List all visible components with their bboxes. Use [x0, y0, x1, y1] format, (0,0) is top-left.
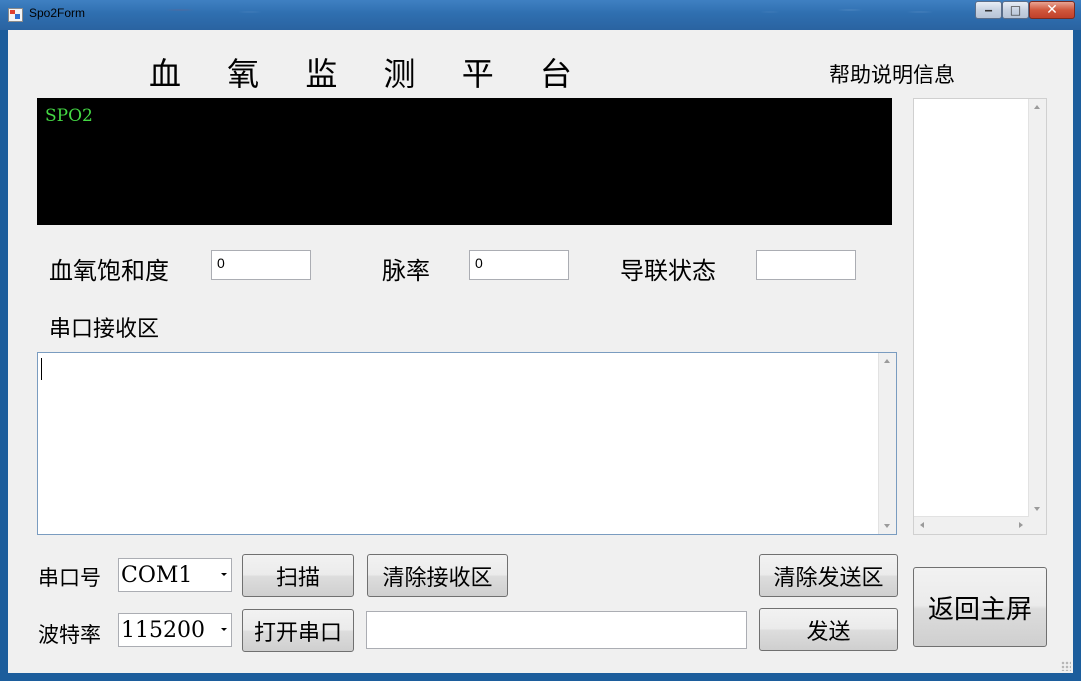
close-button[interactable]: ✕ — [1029, 1, 1075, 19]
send-button[interactable]: 发送 — [759, 608, 898, 651]
receive-area-label: 串口接收区 — [49, 317, 160, 342]
receive-textarea[interactable] — [37, 352, 897, 535]
app-icon — [8, 8, 23, 22]
chevron-down-icon[interactable] — [221, 573, 227, 576]
return-home-button[interactable]: 返回主屏 — [913, 567, 1047, 647]
minimize-icon: ‒ — [984, 3, 993, 17]
chevron-down-icon[interactable] — [221, 628, 227, 631]
baud-rate-select[interactable]: 115200 — [118, 613, 232, 647]
text-caret — [41, 358, 42, 380]
scrollbar-corner — [1029, 517, 1046, 534]
clear-send-button[interactable]: 清除发送区 — [759, 554, 898, 597]
maximize-button[interactable]: □ — [1002, 1, 1029, 19]
scroll-right-icon[interactable] — [1019, 522, 1023, 528]
scroll-up-icon[interactable] — [1034, 105, 1040, 109]
minimize-button[interactable]: ‒ — [975, 1, 1002, 19]
serial-port-label: 串口号 — [38, 566, 101, 590]
caption-buttons: ‒ □ ✕ — [975, 1, 1075, 21]
scroll-left-icon[interactable] — [920, 522, 924, 528]
scroll-up-icon[interactable] — [884, 359, 890, 363]
pulse-rate-field[interactable]: 0 — [469, 250, 569, 280]
scan-button[interactable]: 扫描 — [242, 554, 354, 597]
serial-port-select[interactable]: COM1 — [118, 558, 232, 592]
lead-status-field[interactable] — [756, 250, 856, 280]
window-title: Spo2Form — [29, 6, 86, 20]
help-info-textarea[interactable] — [913, 98, 1047, 535]
serial-port-value: COM1 — [121, 562, 193, 588]
title-bar: Spo2Form ‒ □ ✕ — [0, 0, 1081, 30]
open-port-button[interactable]: 打开串口 — [242, 609, 354, 652]
help-vertical-scrollbar[interactable] — [1028, 99, 1046, 517]
form-client-area: 血 氧 监 测 平 台 帮助说明信息 SPO2 血氧饱和度 0 脉率 0 导联状… — [8, 30, 1073, 673]
lead-status-label: 导联状态 — [620, 257, 716, 285]
maximize-icon: □ — [1009, 3, 1022, 17]
spo2-display-label: SPO2 — [45, 106, 93, 126]
help-info-label: 帮助说明信息 — [829, 63, 955, 87]
pulse-rate-label: 脉率 — [382, 257, 430, 285]
resize-grip[interactable] — [1061, 661, 1071, 671]
receive-vertical-scrollbar[interactable] — [878, 353, 896, 534]
help-horizontal-scrollbar[interactable] — [914, 516, 1029, 534]
titlebar-background — [0, 0, 1081, 30]
send-input[interactable] — [366, 611, 747, 649]
spo2-saturation-label: 血氧饱和度 — [49, 257, 169, 285]
baud-rate-value: 115200 — [121, 617, 205, 643]
baud-rate-label: 波特率 — [38, 623, 101, 647]
close-icon: ✕ — [1046, 2, 1058, 18]
clear-receive-button[interactable]: 清除接收区 — [367, 554, 508, 597]
page-title: 血 氧 监 测 平 台 — [149, 55, 590, 93]
scroll-down-icon[interactable] — [1034, 507, 1040, 511]
scroll-down-icon[interactable] — [884, 524, 890, 528]
spo2-display-panel: SPO2 — [37, 98, 892, 225]
spo2-saturation-field[interactable]: 0 — [211, 250, 311, 280]
